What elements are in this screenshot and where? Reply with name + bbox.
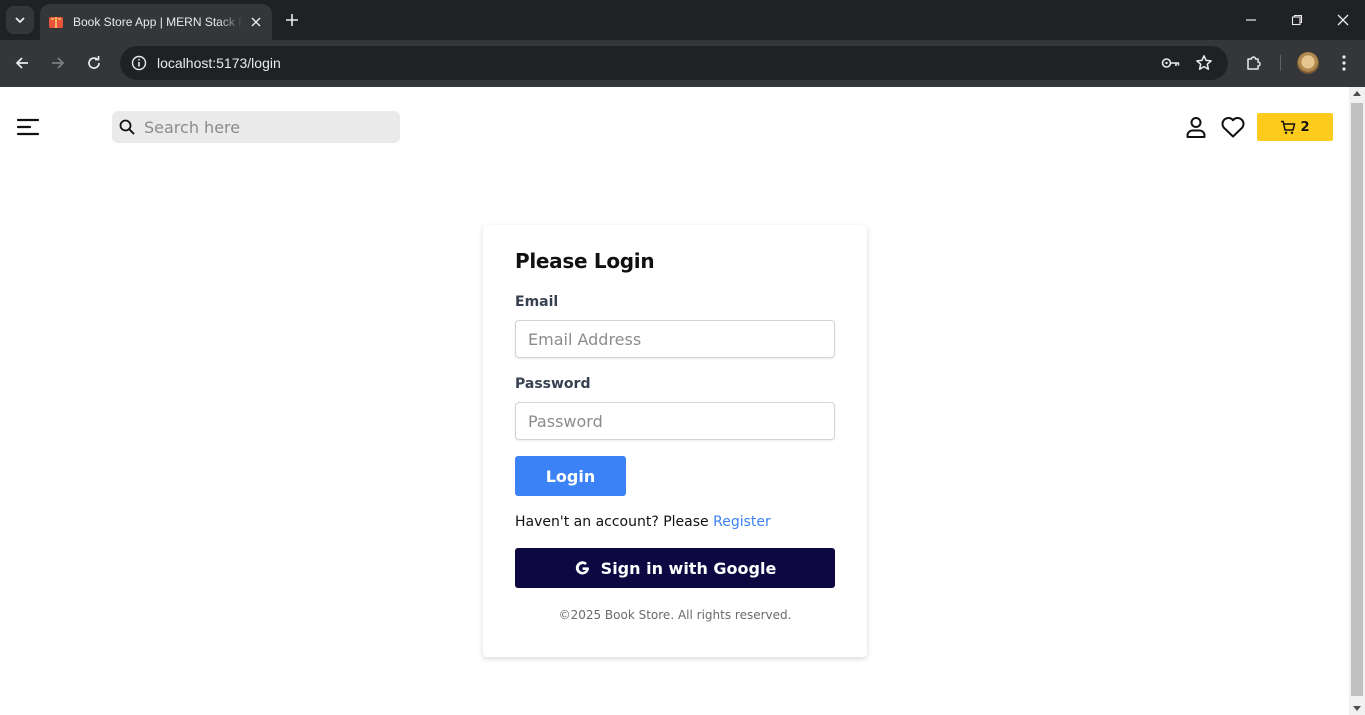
address-bar[interactable]: localhost:5173/login [120, 46, 1228, 80]
profile-avatar[interactable] [1297, 52, 1319, 74]
register-prompt: Haven't an account? Please Register [515, 514, 771, 530]
browser-toolbar: localhost:5173/login [0, 40, 1365, 87]
heart-icon[interactable] [1220, 115, 1246, 139]
key-icon[interactable] [1161, 53, 1181, 73]
info-icon[interactable] [128, 52, 150, 74]
toolbar-separator [1280, 55, 1281, 71]
restore-icon [1291, 14, 1303, 26]
forward-icon [52, 57, 65, 69]
url-text: localhost:5173/login [157, 55, 281, 71]
search-input[interactable] [144, 111, 394, 143]
close-window-button[interactable] [1331, 8, 1355, 32]
email-field[interactable] [515, 320, 835, 358]
scroll-up-arrow[interactable] [1353, 91, 1361, 96]
plus-icon [286, 14, 298, 26]
browser-menu-button[interactable] [1332, 51, 1356, 75]
star-icon[interactable] [1194, 53, 1214, 73]
cart-icon [1281, 120, 1296, 134]
google-signin-button[interactable]: Sign in with Google [515, 548, 835, 588]
close-window-icon [1337, 14, 1349, 26]
book-favicon [49, 17, 63, 28]
email-label: Email [515, 294, 559, 310]
restore-button[interactable] [1285, 8, 1309, 32]
kebab-menu-icon [1342, 55, 1346, 71]
cart-count: 2 [1300, 119, 1310, 135]
tab-title: Book Store App | MERN Stack Project [73, 15, 243, 29]
extensions-icon [1247, 56, 1261, 70]
password-label: Password [515, 376, 591, 392]
tab-list-icon [15, 17, 25, 24]
login-card: Please Login Email Password Login Haven'… [483, 225, 867, 657]
register-prompt-text: Haven't an account? Please [515, 514, 714, 530]
cart-button[interactable]: 2 [1257, 113, 1333, 141]
browser-tab[interactable]: Book Store App | MERN Stack Project [40, 4, 272, 40]
reload-button[interactable] [82, 51, 106, 75]
search-icon [119, 119, 135, 135]
copyright-text: ©2025 Book Store. All rights reserved. [558, 608, 792, 622]
user-icon[interactable] [1184, 115, 1208, 139]
google-icon [575, 560, 589, 574]
hamburger-icon[interactable] [16, 115, 40, 139]
page-viewport: 2 Please Login Email Password Login Have… [0, 87, 1349, 715]
password-field[interactable] [515, 402, 835, 440]
browser-tab-bar: Book Store App | MERN Stack Project [0, 0, 1365, 40]
reload-icon [88, 56, 100, 69]
forward-button[interactable] [46, 51, 70, 75]
register-link[interactable]: Register [713, 514, 771, 530]
minimize-icon [1246, 19, 1256, 21]
extensions-button[interactable] [1242, 51, 1266, 75]
google-button-label: Sign in with Google [600, 558, 777, 578]
scroll-down-arrow[interactable] [1353, 706, 1361, 711]
new-tab-button[interactable] [282, 10, 302, 30]
tab-list-button[interactable] [6, 6, 34, 34]
back-icon [15, 57, 28, 69]
back-button[interactable] [10, 51, 34, 75]
search-bar [112, 111, 400, 143]
scrollbar-thumb[interactable] [1351, 103, 1363, 696]
close-icon[interactable] [248, 14, 264, 30]
login-button[interactable]: Login [515, 456, 626, 496]
page-title: Please Login [515, 249, 655, 273]
minimize-button[interactable] [1239, 8, 1263, 32]
scrollbar[interactable] [1349, 87, 1365, 715]
